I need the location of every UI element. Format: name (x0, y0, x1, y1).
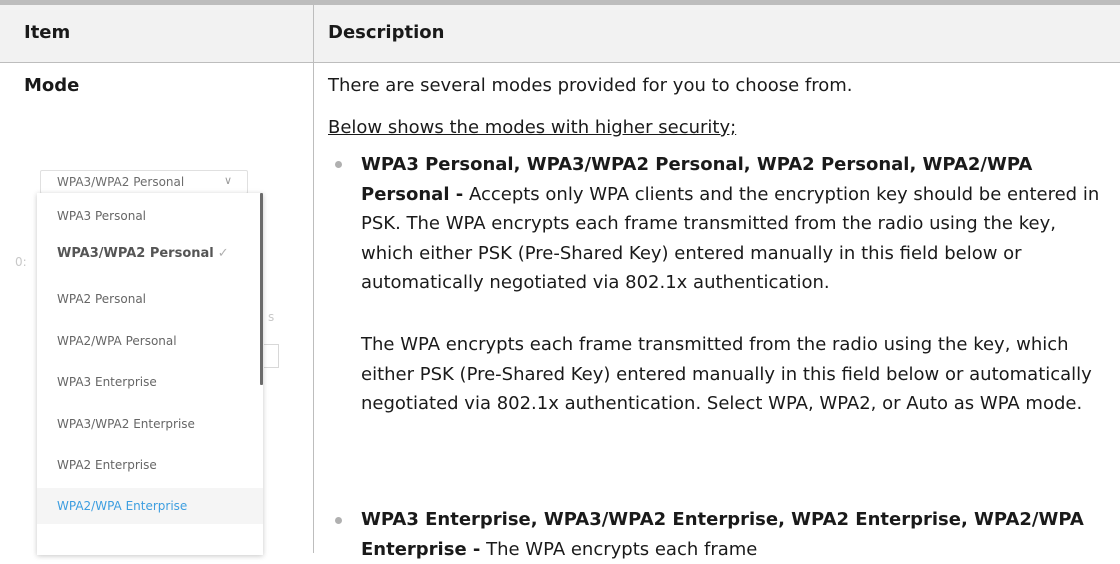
menu-scrollbar[interactable] (260, 193, 263, 385)
menu-item-wpa2-wpa-enterprise[interactable]: WPA2/WPA Enterprise (57, 499, 187, 513)
table-header: Item Description (0, 5, 1120, 62)
item-mode-label: Mode (24, 75, 80, 96)
menu-item-label: WPA3/WPA2 Personal (57, 246, 214, 261)
description-subheading: Below shows the modes with higher securi… (328, 117, 737, 138)
background-fragment: 0: (15, 255, 27, 269)
header-description: Description (328, 22, 445, 43)
header-item: Item (24, 22, 71, 43)
menu-item-wpa3-personal[interactable]: WPA3 Personal (57, 209, 146, 223)
check-icon: ✓ (217, 246, 229, 261)
security-mode-select[interactable]: WPA3/WPA2 Personal ∨ (40, 170, 248, 194)
chevron-down-icon: ∨ (224, 174, 233, 187)
header-divider (0, 62, 1120, 63)
menu-item-wpa2-personal[interactable]: WPA2 Personal (57, 292, 146, 306)
bullet-icon (335, 161, 342, 168)
bullet-personal-text: Accepts only WPA clients and the encrypt… (361, 183, 1100, 294)
bullet-enterprise-text: The WPA encrypts each frame (480, 538, 758, 560)
column-divider (313, 5, 314, 553)
background-input-edge (264, 344, 279, 368)
description-intro: There are several modes provided for you… (328, 75, 853, 96)
menu-item-wpa2-wpa-personal[interactable]: WPA2/WPA Personal (57, 334, 177, 348)
bullet-enterprise: WPA3 Enterprise, WPA3/WPA2 Enterprise, W… (361, 505, 1101, 564)
background-fragment: s (268, 310, 275, 324)
menu-item-wpa3-wpa2-enterprise[interactable]: WPA3/WPA2 Enterprise (57, 417, 195, 431)
security-mode-menu: WPA3 Personal WPA3/WPA2 Personal ✓ WPA2 P… (37, 193, 263, 555)
select-value: WPA3/WPA2 Personal (57, 175, 185, 189)
bullet-icon (335, 517, 342, 524)
menu-item-wpa3-enterprise[interactable]: WPA3 Enterprise (57, 375, 157, 389)
menu-item-wpa2-enterprise[interactable]: WPA2 Enterprise (57, 458, 157, 472)
bullet-personal: WPA3 Personal, WPA3/WPA2 Personal, WPA2 … (361, 150, 1101, 298)
menu-item-wpa3-wpa2-personal[interactable]: WPA3/WPA2 Personal ✓ (57, 246, 229, 261)
bullet-personal-extra: The WPA encrypts each frame transmitted … (361, 334, 1092, 414)
